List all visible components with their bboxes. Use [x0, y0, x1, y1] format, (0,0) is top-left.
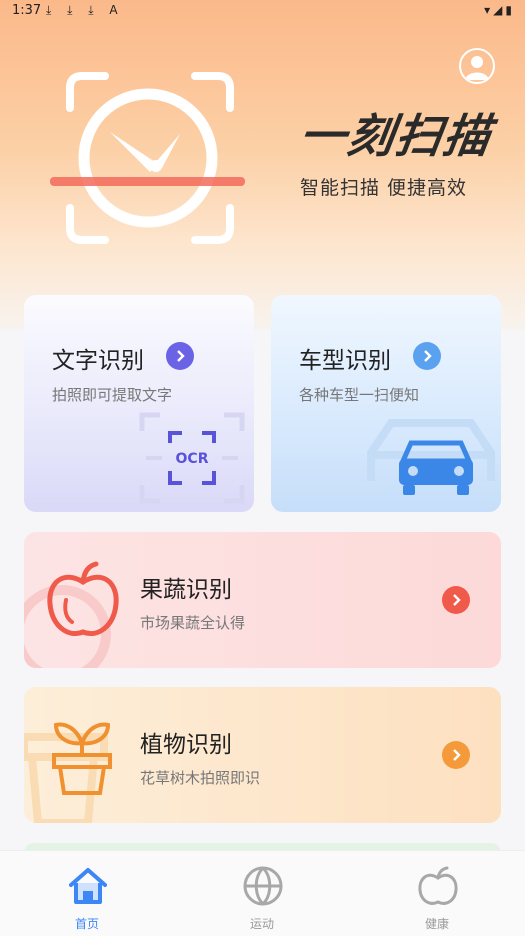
ocr-badge: OCR: [176, 451, 209, 467]
chevron-right-icon: [166, 342, 194, 370]
scanner-clock-logo: [50, 72, 245, 244]
card-plant-recognition[interactable]: 植物识别 花草树木拍照即识: [24, 687, 501, 823]
ball-icon: [243, 866, 283, 906]
car-icon: [367, 419, 495, 495]
nav-label: 健康: [424, 917, 449, 931]
apple-icon: [418, 866, 458, 905]
nav-item-sport[interactable]: 运动: [202, 851, 322, 936]
status-bar: 1:37 ⤓ ⤓ ⤓ A ▾◢▮: [0, 0, 525, 24]
bottom-nav: 首页 运动 健康: [0, 850, 525, 936]
user-avatar-button[interactable]: [459, 48, 495, 84]
brand-title: 一刻扫描: [295, 109, 496, 163]
nav-label: 首页: [74, 917, 99, 931]
card-car-recognition[interactable]: 车型识别 各种车型一扫便知: [271, 295, 501, 512]
system-indicators: ▾◢▮: [484, 3, 515, 17]
home-icon: [69, 868, 107, 904]
card-title: 文字识别: [52, 348, 144, 374]
card-desc: 市场果蔬全认得: [140, 614, 246, 632]
chevron-right-icon: [442, 586, 470, 614]
card-title: 车型识别: [299, 348, 391, 374]
card-title: 植物识别: [140, 732, 232, 758]
user-icon: [465, 56, 489, 80]
plant-pot-icon: [52, 722, 112, 795]
card-text-recognition[interactable]: 文字识别 拍照即可提取文字 OCR: [24, 295, 254, 512]
chevron-right-icon: [413, 342, 441, 370]
card-desc: 拍照即可提取文字: [52, 386, 173, 404]
nav-item-home[interactable]: 首页: [27, 851, 147, 936]
card-fruit-recognition[interactable]: 果蔬识别 市场果蔬全认得: [24, 532, 501, 668]
apple-icon: [47, 561, 119, 636]
chevron-right-icon: [442, 741, 470, 769]
card-desc: 花草树木拍照即识: [140, 769, 261, 787]
ocr-scan-icon: OCR: [139, 412, 245, 504]
notification-icons: ⤓ ⤓ ⤓ A: [46, 3, 124, 17]
card-title: 果蔬识别: [140, 577, 232, 603]
nav-item-health[interactable]: 健康: [377, 851, 497, 936]
status-time: 1:37: [12, 3, 42, 18]
nav-label: 运动: [249, 917, 274, 931]
brand-subtitle: 智能扫描 便捷高效: [300, 177, 468, 199]
